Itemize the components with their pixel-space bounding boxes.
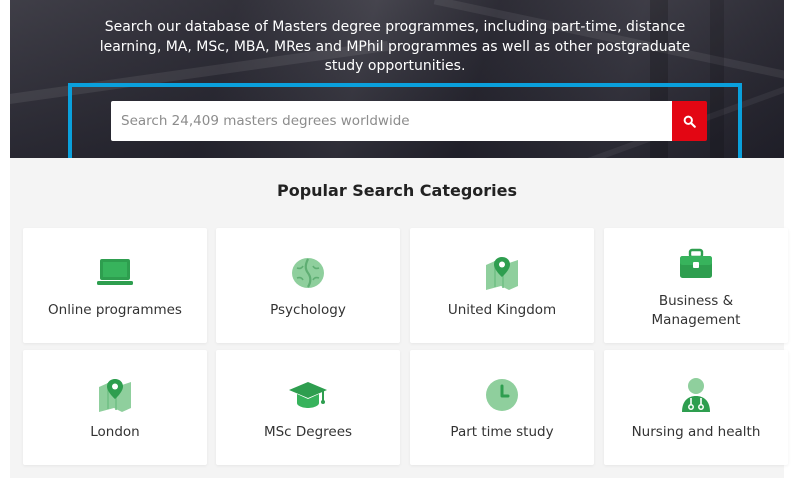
- category-card-online-programmes[interactable]: Online programmes: [23, 228, 207, 343]
- category-label: MSc Degrees: [263, 424, 353, 440]
- map-pin-icon: [93, 373, 137, 417]
- category-label: London: [90, 424, 140, 440]
- category-label: Online programmes: [48, 302, 182, 318]
- brain-icon: [286, 251, 330, 295]
- category-card-psychology[interactable]: Psychology: [216, 228, 400, 343]
- section-title: Popular Search Categories: [276, 181, 518, 200]
- search-icon: [683, 115, 696, 128]
- nurse-icon: [674, 373, 718, 417]
- category-card-msc-degrees[interactable]: MSc Degrees: [216, 350, 400, 465]
- laptop-icon: [93, 251, 137, 295]
- category-label: Nursing and health: [631, 424, 761, 440]
- category-label: United Kingdom: [447, 302, 557, 318]
- clock-icon: [480, 373, 524, 417]
- category-card-london[interactable]: London: [23, 350, 207, 465]
- category-card-part-time-study[interactable]: Part time study: [410, 350, 594, 465]
- category-label: Business & Management: [651, 292, 741, 328]
- hero-description: Search our database of Masters degree pr…: [99, 19, 691, 74]
- briefcase-icon: [674, 242, 718, 286]
- category-card-nursing-and-health[interactable]: Nursing and health: [604, 350, 788, 465]
- map-pin-icon: [480, 251, 524, 295]
- graduation-cap-icon: [286, 373, 330, 417]
- category-label: Part time study: [450, 424, 554, 440]
- category-card-business-management[interactable]: Business & Management: [604, 228, 788, 343]
- category-label: Psychology: [270, 302, 346, 318]
- search-input[interactable]: [111, 101, 672, 141]
- category-card-united-kingdom[interactable]: United Kingdom: [410, 228, 594, 343]
- search-button[interactable]: [672, 101, 707, 141]
